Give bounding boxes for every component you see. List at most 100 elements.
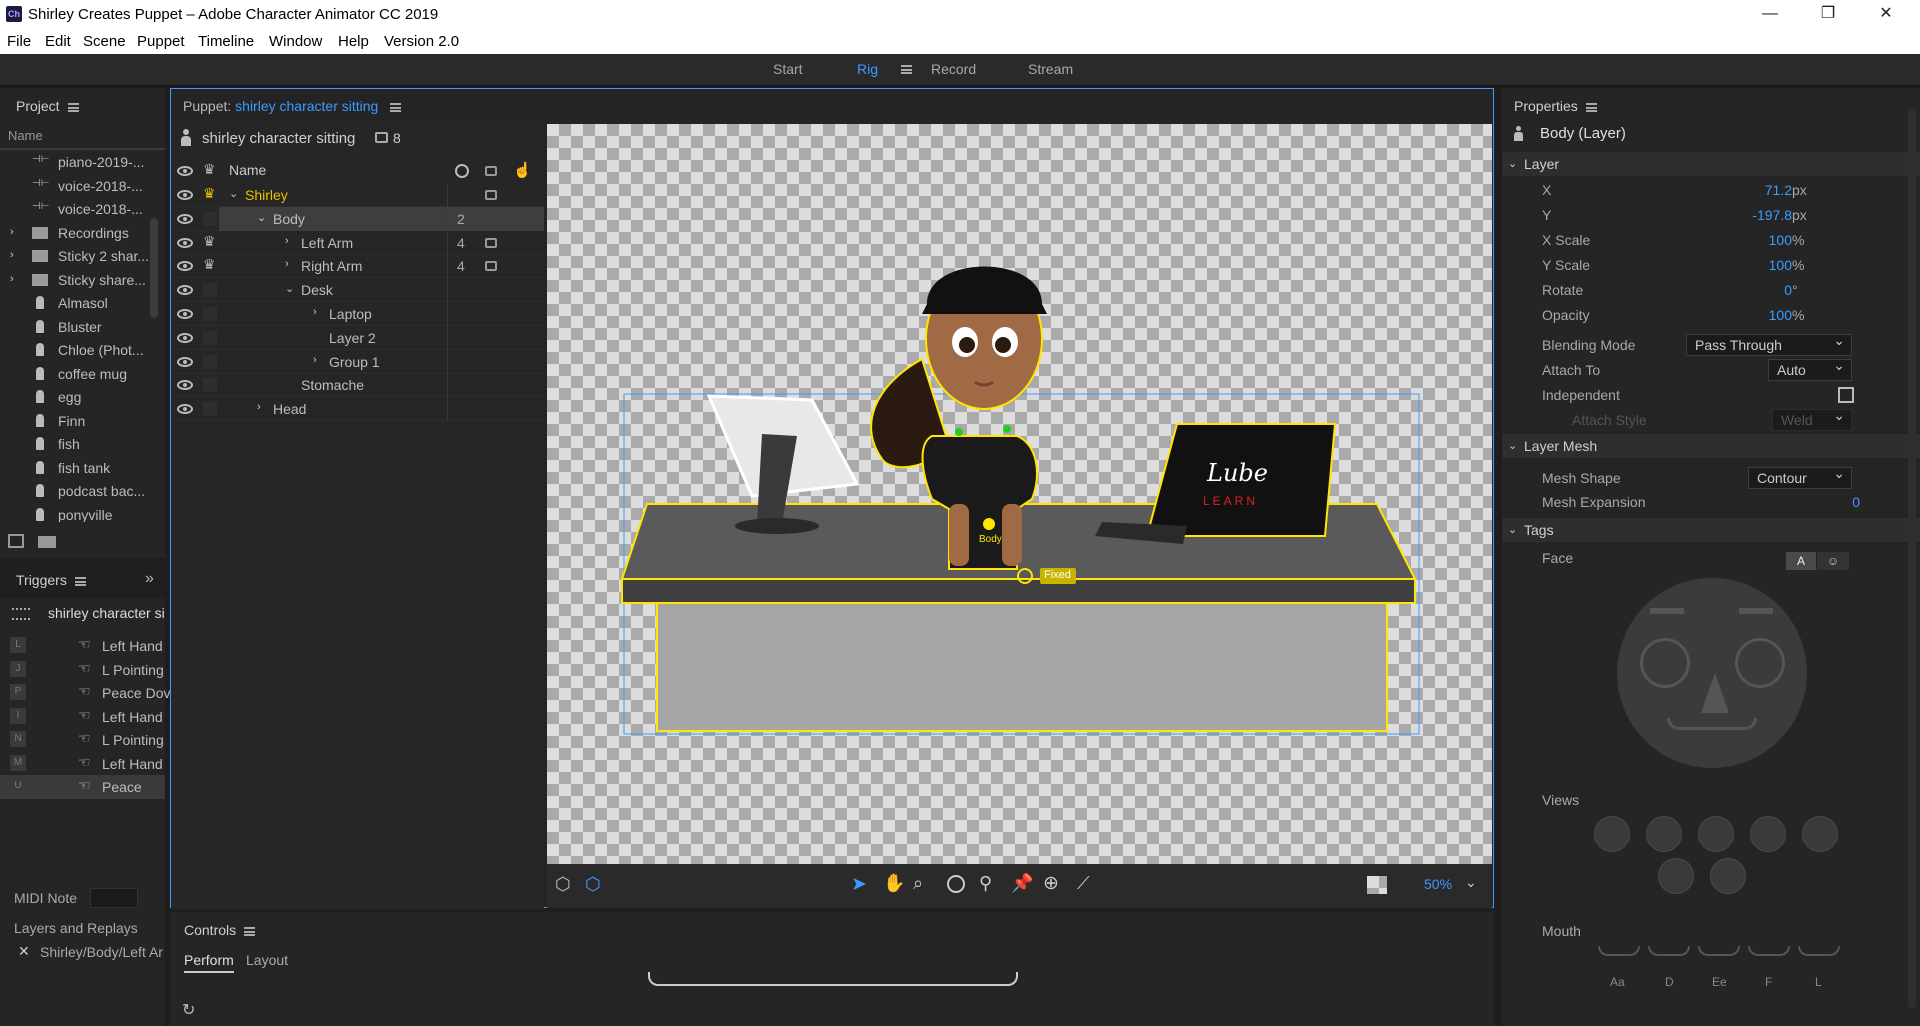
project-item[interactable]: fish tank [0, 456, 148, 480]
project-item[interactable]: Almasol [0, 291, 148, 315]
crown-placeholder[interactable] [203, 211, 217, 226]
layer-row[interactable]: ♛ ⌄ Shirley [171, 183, 544, 207]
trigger-item[interactable]: I ☜ Left Hand [0, 705, 165, 729]
menu-edit[interactable]: Edit [45, 33, 71, 50]
project-item[interactable]: ⊣⊢ voice-2018-... [0, 174, 148, 198]
project-item[interactable]: ⊣⊢ voice-2018-... [0, 197, 148, 221]
close-button[interactable]: ✕ [1858, 0, 1914, 30]
crown-icon[interactable]: ♛ [203, 233, 216, 250]
camera-icon[interactable] [485, 261, 497, 272]
controls-menu-icon[interactable] [244, 926, 256, 936]
layer-row[interactable]: › Group 1 [171, 349, 544, 374]
crown-placeholder[interactable] [203, 283, 217, 298]
puppet-mode-icon[interactable]: ⬡ [555, 874, 571, 895]
menu-help[interactable]: Help [338, 33, 369, 50]
control-widget[interactable] [648, 972, 1018, 986]
visibility-eye-icon[interactable] [177, 309, 193, 319]
new-scene-icon[interactable] [8, 534, 24, 548]
trigger-key[interactable]: M [10, 754, 26, 771]
project-item[interactable]: Chloe (Phot... [0, 338, 148, 362]
trigger-key[interactable]: U [10, 778, 26, 794]
camera-icon[interactable] [485, 190, 497, 200]
layer-row[interactable]: › Laptop [171, 302, 544, 326]
menu-scene[interactable]: Scene [83, 33, 126, 50]
visibility-eye-icon[interactable] [177, 356, 193, 367]
trigger-key[interactable]: N [10, 731, 26, 747]
expand-chevron-icon[interactable]: › [10, 249, 14, 261]
layer-row[interactable]: Layer 2 [171, 325, 544, 350]
visibility-eye-icon[interactable] [177, 237, 193, 248]
tab-rig[interactable]: Rig [857, 61, 878, 77]
menu-version[interactable]: Version 2.0 [384, 33, 459, 50]
project-list[interactable]: ⊣⊢ piano-2019-... ⊣⊢ voice-2018-... ⊣⊢ voice-… [0, 150, 148, 522]
trigger-item[interactable]: M ☜ Left Hand [0, 752, 165, 776]
expand-chevron-icon[interactable]: › [10, 226, 14, 238]
project-item[interactable]: › Recordings [0, 221, 148, 245]
puppet-name-link[interactable]: shirley character sitting [235, 98, 378, 114]
layer-row[interactable]: ⌄ Desk [171, 278, 544, 303]
project-item[interactable]: fish [0, 432, 148, 456]
layer-chevron-icon[interactable]: › [285, 258, 289, 270]
trigger-key[interactable]: J [10, 660, 26, 677]
visibility-eye-icon[interactable] [177, 380, 193, 391]
trigger-item[interactable]: U ☜ Peace [0, 775, 165, 799]
remove-replay-icon[interactable]: ✕ [18, 943, 30, 960]
folder-icon[interactable] [38, 536, 56, 548]
visibility-eye-icon[interactable] [177, 190, 193, 200]
replay-item[interactable]: Shirley/Body/Left Ar [40, 944, 165, 960]
origin-tool-icon[interactable] [947, 875, 965, 893]
trigger-item[interactable]: L ☜ Left Hand [0, 634, 165, 658]
zoom-level[interactable]: 50% [1424, 876, 1452, 892]
dangle-tool-icon[interactable]: ⚲ [979, 873, 992, 894]
tab-perform[interactable]: Perform [184, 952, 234, 973]
triggers-menu-icon[interactable] [74, 576, 86, 586]
trigger-item[interactable]: N ☜ L Pointing [0, 728, 165, 752]
menu-puppet[interactable]: Puppet [137, 33, 185, 50]
properties-scrollbar[interactable] [1908, 108, 1916, 1008]
crown-placeholder[interactable] [203, 378, 217, 393]
trigger-key[interactable]: I [10, 707, 26, 724]
layer-chevron-icon[interactable]: › [313, 306, 317, 318]
mouth-aa-icon[interactable] [1598, 946, 1640, 956]
refresh-icon[interactable]: ↻ [182, 1000, 195, 1020]
puppet-menu-icon[interactable] [390, 102, 402, 112]
tab-layout[interactable]: Layout [246, 952, 288, 968]
visibility-eye-icon[interactable] [177, 332, 193, 343]
project-menu-icon[interactable] [67, 102, 79, 112]
mouth-l-icon[interactable] [1798, 946, 1840, 956]
tab-start[interactable]: Start [773, 61, 803, 77]
crown-placeholder[interactable] [203, 307, 217, 321]
rig-menu-icon[interactable] [901, 65, 912, 74]
visibility-eye-icon[interactable] [177, 213, 193, 224]
minimize-button[interactable]: — [1742, 0, 1798, 30]
layer-row[interactable]: ♛ › Left Arm 4 [171, 230, 544, 255]
zoom-dropdown-icon[interactable]: ⌄ [1465, 874, 1477, 891]
transparency-grid-icon[interactable] [1367, 876, 1387, 894]
camera-icon[interactable] [485, 237, 497, 248]
visibility-eye-icon[interactable] [177, 404, 193, 415]
trigger-item[interactable]: J ☜ L Pointing [0, 658, 165, 682]
layer-chevron-icon[interactable]: ⌄ [285, 282, 294, 295]
maximize-button[interactable]: ❐ [1800, 0, 1856, 30]
visibility-eye-icon[interactable] [177, 261, 193, 272]
rig-canvas[interactable]: Body Fixed Lube LEARN [547, 124, 1492, 864]
layer-chevron-icon[interactable]: › [257, 401, 261, 413]
menu-window[interactable]: Window [269, 33, 322, 50]
layer-chevron-icon[interactable]: ⌄ [229, 187, 238, 200]
tab-record[interactable]: Record [931, 61, 976, 77]
hand-tool-icon[interactable]: ✋ [883, 873, 905, 894]
project-item[interactable]: ponyville [0, 503, 148, 522]
project-item[interactable]: podcast bac... [0, 479, 148, 503]
trigger-key[interactable]: L [10, 637, 26, 653]
body-handle-icon[interactable] [983, 518, 995, 530]
visibility-eye-icon[interactable] [177, 285, 193, 296]
expand-chevron-icon[interactable]: › [10, 273, 14, 285]
project-item[interactable]: Bluster [0, 315, 148, 339]
tab-stream[interactable]: Stream [1028, 61, 1073, 77]
handle-dot-left[interactable] [955, 428, 963, 436]
mouth-d-icon[interactable] [1648, 946, 1690, 956]
layer-row[interactable]: Stomache [171, 373, 544, 398]
project-item[interactable]: › Sticky share... [0, 268, 148, 292]
layer-chevron-icon[interactable]: ⌄ [257, 211, 266, 224]
zoom-tool-icon[interactable]: ⌕ [913, 873, 923, 894]
